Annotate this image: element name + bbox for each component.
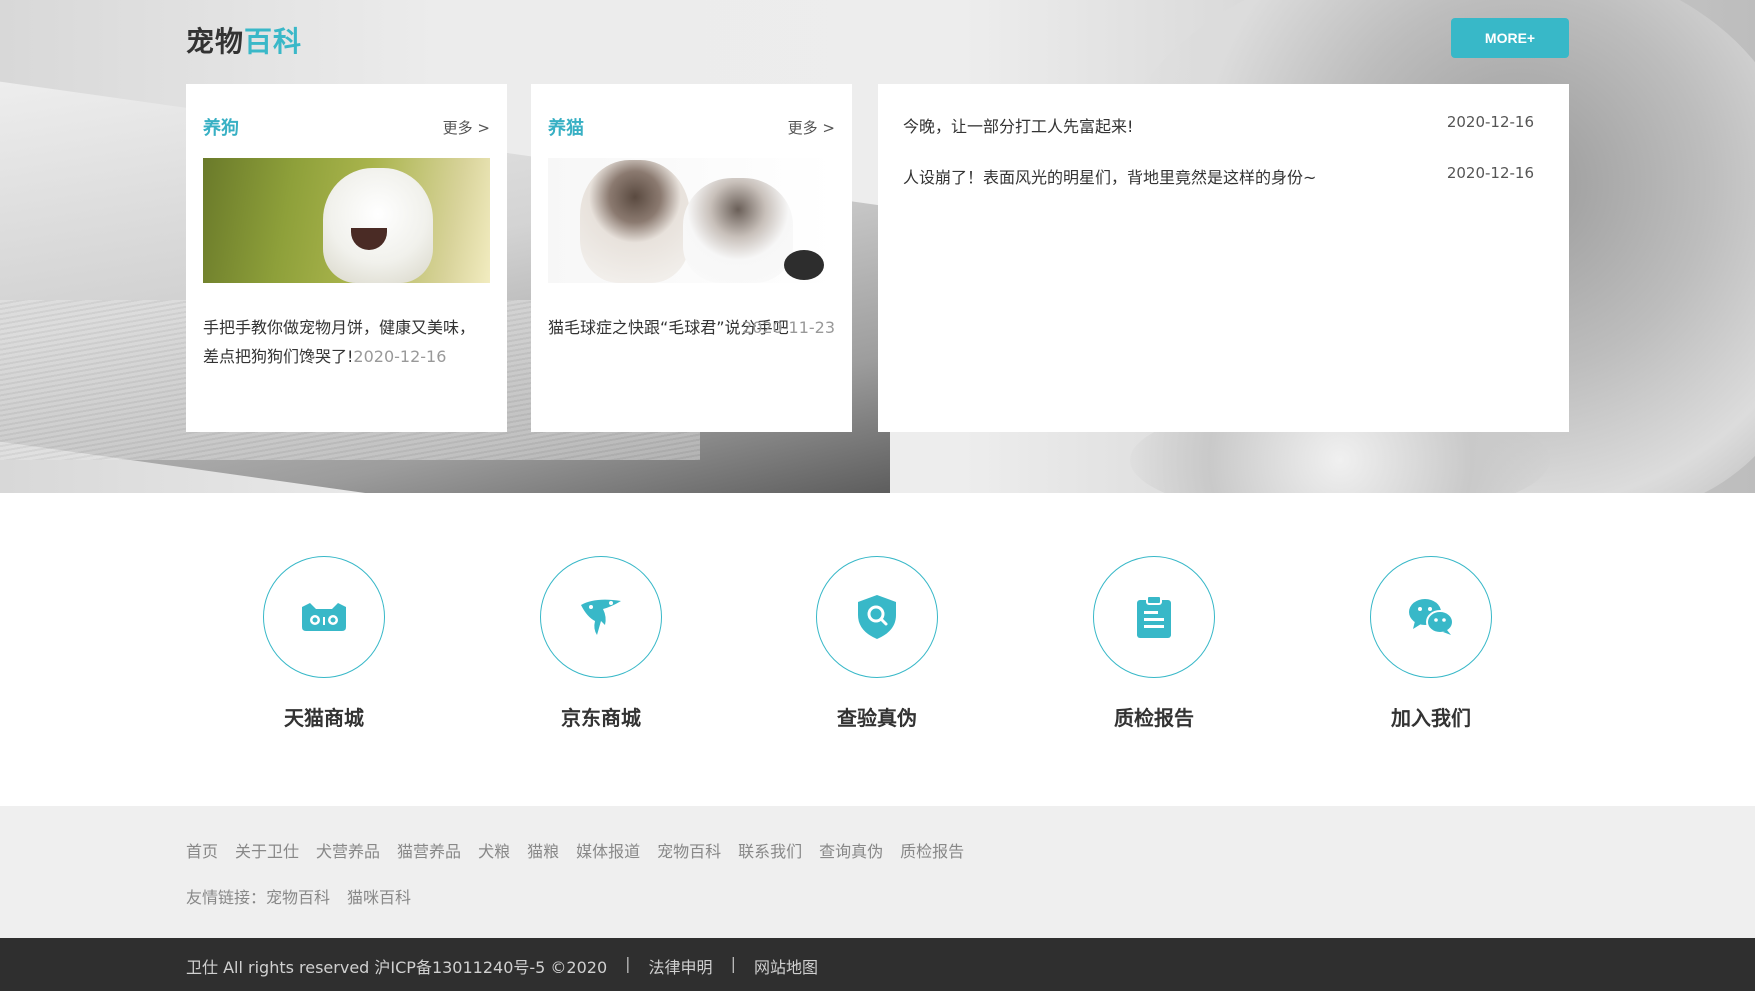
card-dog: 养狗 更多 > 手把手教你做宠物月饼，健康又美味，差点把狗狗们馋哭了!2020-… [186, 84, 507, 432]
link-jd[interactable]: 京东商城 [511, 556, 691, 731]
cat-tail [784, 250, 824, 280]
link-join[interactable]: 加入我们 [1341, 556, 1521, 731]
news-date: 2020-12-16 [1446, 113, 1534, 131]
footer-link-report[interactable]: 质检报告 [900, 838, 964, 862]
separator: | [730, 954, 736, 973]
tmall-icon [302, 603, 346, 631]
shield-search-icon [858, 595, 896, 639]
jd-icon [581, 599, 621, 635]
card-article-date: 2020-11-23 [742, 318, 835, 337]
friend-links-label: 友情链接：宠物百科 [186, 884, 330, 908]
separator: | [625, 954, 631, 973]
link-circle[interactable] [816, 556, 938, 678]
link-circle[interactable] [263, 556, 385, 678]
card-cat: 养猫 更多 > 猫毛球症之快跟“毛球君”说分手吧 2020-11-23 [531, 84, 852, 432]
friend-label: 友情链接： [186, 888, 267, 907]
link-circle[interactable] [1370, 556, 1492, 678]
card-article-link[interactable]: 手把手教你做宠物月饼，健康又美味，差点把狗狗们馋哭了!2020-12-16 [203, 313, 490, 371]
link-label: 京东商城 [561, 706, 641, 730]
cat-figure-left [580, 160, 690, 283]
friend-links-row: 友情链接：宠物百科 猫咪百科 [186, 884, 411, 908]
footer-link-about[interactable]: 关于卫仕 [235, 838, 299, 862]
clipboard-icon [1137, 596, 1171, 638]
link-label: 质检报告 [1114, 706, 1194, 730]
cats-photo[interactable] [548, 158, 835, 283]
link-report[interactable]: 质检报告 [1064, 556, 1244, 731]
footer-link-dog-nutrition[interactable]: 犬营养品 [316, 838, 380, 862]
news-title: 今晚，让一部分打工人先富起来! [903, 117, 1134, 136]
card-header: 养狗 更多 > [203, 114, 490, 140]
friend-link-encyclopedia[interactable]: 宠物百科 [266, 888, 330, 907]
news-item[interactable]: 人设崩了！表面风光的明星们，背地里竟然是这样的身份~ 2020-12-16 [903, 164, 1534, 187]
dog-figure [323, 168, 433, 283]
section-title-accent: 百科 [244, 25, 303, 58]
card-title[interactable]: 养猫 [548, 114, 584, 140]
cat-figure-right [683, 178, 793, 283]
friend-link-cat-encyclopedia[interactable]: 猫咪百科 [347, 884, 411, 908]
card-article-link[interactable]: 猫毛球症之快跟“毛球君”说分手吧 2020-11-23 [548, 313, 835, 342]
dog-photo[interactable] [203, 158, 490, 283]
link-label: 查验真伪 [837, 706, 917, 730]
card-title[interactable]: 养狗 [203, 114, 239, 140]
card-header: 养猫 更多 > [548, 114, 835, 140]
news-title: 人设崩了！表面风光的明星们，背地里竟然是这样的身份~ [903, 168, 1317, 187]
footer-link-home[interactable]: 首页 [186, 838, 218, 862]
footer-link-dog-food[interactable]: 犬粮 [478, 838, 510, 862]
news-item[interactable]: 今晚，让一部分打工人先富起来! 2020-12-16 [903, 113, 1534, 136]
link-circle[interactable] [540, 556, 662, 678]
link-verify[interactable]: 查验真伪 [787, 556, 967, 731]
footer-nav-row: 首页 关于卫仕 犬营养品 猫营养品 犬粮 猫粮 媒体报道 宠物百科 联系我们 查… [186, 838, 964, 862]
legal-link[interactable]: 法律申明 [649, 954, 713, 978]
hero-section: 宠物百科 MORE+ 养狗 更多 > 手把手教你做宠物月饼，健康又美味，差点把狗… [0, 0, 1755, 493]
footer-link-verify[interactable]: 查询真伪 [819, 838, 883, 862]
quick-links: 天猫商城 京东商城 查验真伪 质检报告 加入我们 [0, 556, 1755, 746]
footer-link-encyclopedia[interactable]: 宠物百科 [657, 838, 721, 862]
footer-link-media[interactable]: 媒体报道 [576, 838, 640, 862]
wechat-icon [1409, 599, 1453, 635]
card-more-link[interactable]: 更多 > [788, 117, 835, 138]
footer-link-contact[interactable]: 联系我们 [738, 838, 802, 862]
sitemap-link[interactable]: 网站地图 [754, 954, 818, 978]
link-circle[interactable] [1093, 556, 1215, 678]
copyright-bar: 卫仕 All rights reserved 沪ICP备13011240号-5 … [0, 938, 1755, 991]
section-title: 宠物百科 [186, 20, 302, 60]
footer-link-cat-nutrition[interactable]: 猫营养品 [397, 838, 461, 862]
more-button[interactable]: MORE+ [1451, 18, 1569, 58]
card-more-link[interactable]: 更多 > [443, 117, 490, 138]
card-article-date: 2020-12-16 [353, 347, 447, 366]
copyright-inner: 卫仕 All rights reserved 沪ICP备13011240号-5 … [186, 954, 818, 978]
section-title-dark: 宠物 [186, 25, 245, 58]
link-label: 加入我们 [1391, 706, 1471, 730]
news-list: 今晚，让一部分打工人先富起来! 2020-12-16 人设崩了！表面风光的明星们… [878, 84, 1569, 432]
footer-link-cat-food[interactable]: 猫粮 [527, 838, 559, 862]
news-date: 2020-12-16 [1446, 164, 1534, 182]
link-label: 天猫商城 [284, 706, 364, 730]
footer-nav: 首页 关于卫仕 犬营养品 猫营养品 犬粮 猫粮 媒体报道 宠物百科 联系我们 查… [0, 806, 1755, 938]
copyright-text: 卫仕 All rights reserved 沪ICP备13011240号-5 … [186, 958, 608, 977]
link-tmall[interactable]: 天猫商城 [234, 556, 414, 731]
